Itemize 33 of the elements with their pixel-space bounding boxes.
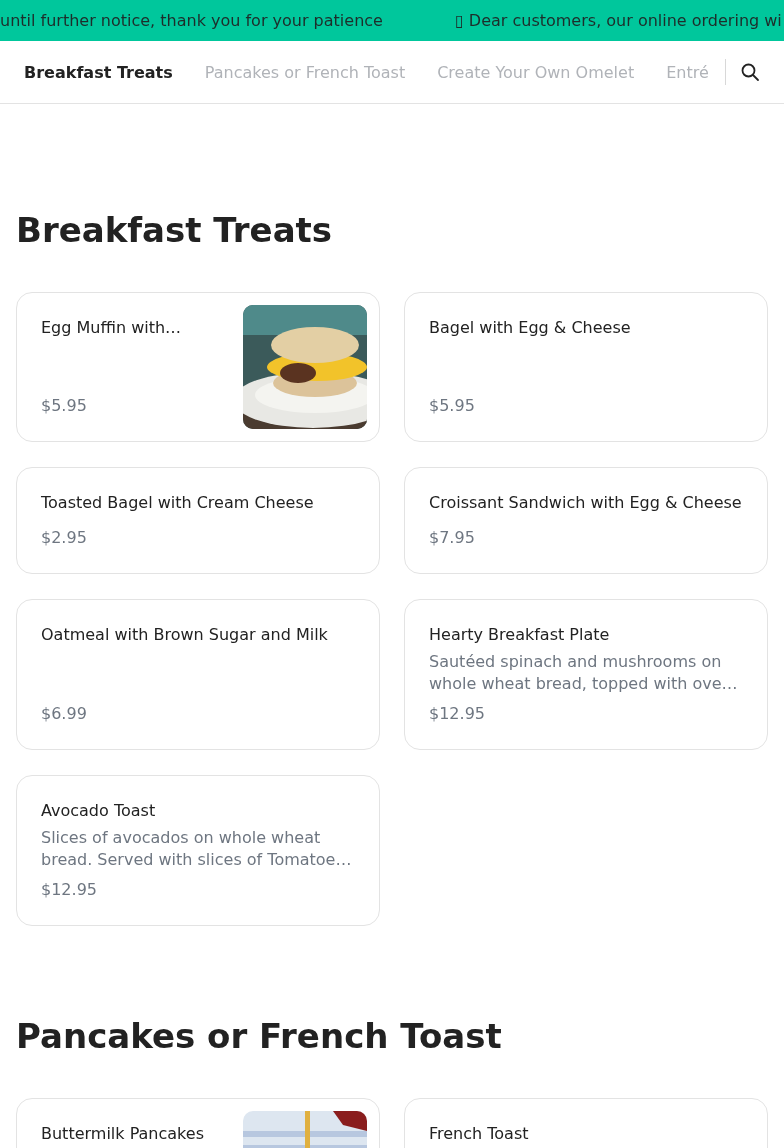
item-name: Egg Muffin with… bbox=[41, 317, 183, 339]
item-description: Slices of avocados on whole wheat bread. Served with slices of Tomatoe… bbox=[41, 827, 353, 871]
item-price: $12.95 bbox=[41, 879, 98, 901]
menu-item-card[interactable]: Buttermilk Pancakes bbox=[16, 1098, 380, 1148]
menu-item-card[interactable]: Egg Muffin with… $5.95 bbox=[16, 292, 380, 442]
announcement-text: until further notice, thank you for your patience bbox=[0, 11, 383, 30]
item-name: Croissant Sandwich with Egg & Cheese bbox=[429, 492, 743, 514]
category-tab[interactable]: Breakfast Treats bbox=[24, 62, 173, 82]
item-name: Buttermilk Pancakes bbox=[41, 1123, 205, 1145]
item-price: $6.99 bbox=[41, 703, 88, 725]
menu-item-card[interactable]: French Toast bbox=[404, 1098, 768, 1148]
menu-item-card[interactable]: Avocado Toast Slices of avocados on whole wheat bread. Served with slices of Tomatoe… $12.95 bbox=[16, 775, 380, 926]
search-icon[interactable] bbox=[740, 62, 760, 82]
item-price: $5.95 bbox=[41, 395, 88, 417]
menu-item-card[interactable]: Croissant Sandwich with Egg & Cheese $7.95 bbox=[404, 467, 768, 574]
menu-item-card[interactable]: Bagel with Egg & Cheese $5.95 bbox=[404, 292, 768, 442]
announcement-text: ▯ Dear customers, our online ordering wi bbox=[454, 11, 782, 30]
menu-item-card[interactable]: Oatmeal with Brown Sugar and Milk $6.99 bbox=[16, 599, 380, 750]
menu-item-card[interactable]: Hearty Breakfast Plate Sautéed spinach and mushrooms on whole wheat bread, topped with ove… $12.95 bbox=[404, 599, 768, 750]
item-price: $2.95 bbox=[41, 527, 88, 549]
item-name: French Toast bbox=[429, 1123, 530, 1145]
menu-item-card[interactable]: Toasted Bagel with Cream Cheese $2.95 bbox=[16, 467, 380, 574]
item-name: Bagel with Egg & Cheese bbox=[429, 317, 632, 339]
item-name: Avocado Toast bbox=[41, 800, 157, 822]
item-name: Toasted Bagel with Cream Cheese bbox=[41, 492, 315, 514]
item-description: Sautéed spinach and mushrooms on whole wheat bread, topped with ove… bbox=[429, 651, 739, 695]
section-heading: Breakfast Treats bbox=[16, 210, 334, 250]
item-name: Oatmeal with Brown Sugar and Milk bbox=[41, 624, 329, 646]
item-price: $7.95 bbox=[429, 527, 476, 549]
item-name: Hearty Breakfast Plate bbox=[429, 624, 611, 646]
section-heading: Pancakes or French Toast bbox=[16, 1016, 503, 1056]
item-price: $12.95 bbox=[429, 703, 486, 725]
item-price: $5.95 bbox=[429, 395, 476, 417]
